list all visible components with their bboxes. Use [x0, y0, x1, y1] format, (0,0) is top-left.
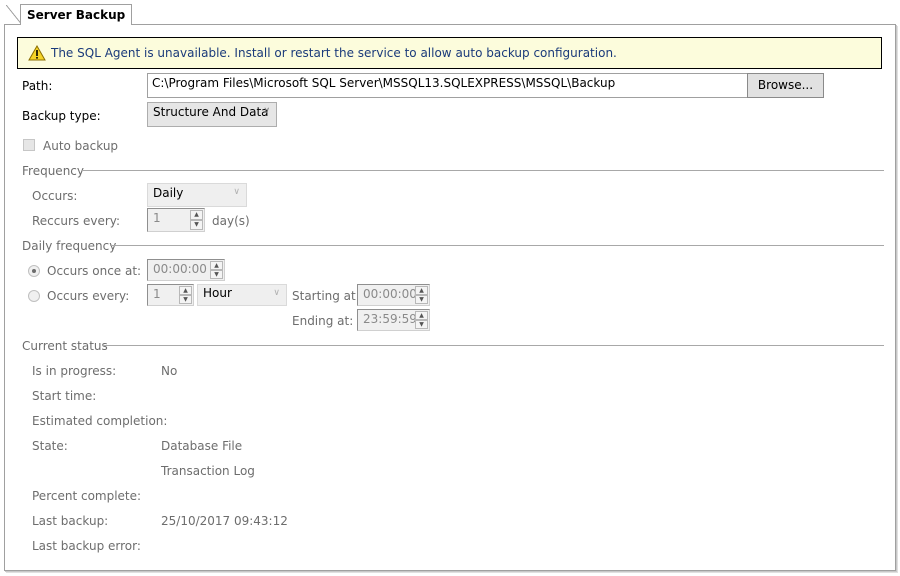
ending-at-label: Ending at: — [292, 314, 354, 328]
spin-up-icon[interactable]: ▲ — [179, 286, 192, 295]
occurs-every-unit-select[interactable]: Hour ∨ — [197, 284, 287, 306]
spin-down-icon[interactable]: ▼ — [415, 295, 428, 304]
daily-frequency-divider — [110, 245, 884, 246]
chevron-down-icon: ∨ — [263, 106, 270, 116]
spin-down-icon[interactable]: ▼ — [179, 295, 192, 304]
current-status-divider — [102, 345, 884, 346]
backup-type-label: Backup type: — [22, 109, 101, 123]
status-value: 25/10/2017 09:43:12 — [161, 514, 288, 528]
status-label: Start time: — [32, 389, 97, 403]
tab-server-backup[interactable]: Server Backup — [20, 4, 133, 25]
status-label: Last backup: — [32, 514, 109, 528]
starting-at-value: 00:00:00 — [363, 287, 417, 301]
warning-banner: The SQL Agent is unavailable. Install or… — [17, 37, 882, 69]
status-value: Database File — [161, 439, 243, 453]
auto-backup-checkbox[interactable] — [23, 139, 35, 151]
frequency-divider — [82, 170, 884, 171]
current-status-group-title: Current status — [22, 339, 108, 353]
starting-at-spinner[interactable]: 00:00:00 ▲ ▼ — [357, 284, 430, 306]
backup-type-select[interactable]: Structure And Data ∨ — [147, 102, 277, 127]
occurs-every-value: 1 — [153, 287, 161, 301]
path-label: Path: — [22, 79, 53, 93]
occurs-once-time-value: 00:00:00 — [153, 262, 207, 276]
recurs-every-label: Reccurs every: — [32, 214, 121, 228]
spin-up-icon[interactable]: ▲ — [415, 311, 428, 320]
backup-type-value: Structure And Data — [153, 105, 269, 119]
recurs-every-value: 1 — [153, 211, 161, 225]
status-label: Is in progress: — [32, 364, 117, 378]
occurs-once-label: Occurs once at: — [47, 264, 142, 278]
spin-down-icon[interactable]: ▼ — [210, 270, 223, 279]
ending-at-value: 23:59:59 — [363, 312, 417, 326]
status-value: No — [161, 364, 178, 378]
ending-at-spinner[interactable]: 23:59:59 ▲ ▼ — [357, 309, 430, 331]
status-label: State: — [32, 439, 68, 453]
spin-down-icon[interactable]: ▼ — [415, 320, 428, 329]
frequency-group-title: Frequency — [22, 164, 84, 178]
spin-up-icon[interactable]: ▲ — [190, 210, 203, 220]
warning-text: The SQL Agent is unavailable. Install or… — [51, 46, 617, 60]
spin-up-icon[interactable]: ▲ — [415, 286, 428, 295]
occurs-once-time-spinner[interactable]: 00:00:00 ▲ ▼ — [147, 259, 225, 281]
occurs-value: Daily — [153, 186, 184, 200]
status-label: Estimated completion: — [32, 414, 168, 428]
chevron-down-icon: ∨ — [233, 187, 240, 197]
starting-at-label: Starting at: — [292, 289, 360, 303]
recurs-unit-label: day(s) — [212, 214, 250, 228]
browse-button[interactable]: Browse... — [747, 73, 824, 98]
status-value: Transaction Log — [161, 464, 255, 478]
status-label: Percent complete: — [32, 489, 142, 503]
daily-frequency-group-title: Daily frequency — [22, 239, 117, 253]
spin-down-icon[interactable]: ▼ — [190, 220, 203, 230]
occurs-every-radio[interactable] — [28, 290, 40, 302]
path-input[interactable]: C:\Program Files\Microsoft SQL Server\MS… — [147, 73, 748, 98]
auto-backup-label: Auto backup — [43, 139, 119, 153]
occurs-every-unit-value: Hour — [203, 286, 232, 300]
warning-icon — [28, 45, 46, 61]
occurs-once-radio[interactable] — [28, 265, 40, 277]
occurs-label: Occurs: — [32, 189, 78, 203]
status-label: Last backup error: — [32, 539, 141, 553]
recurs-every-spinner[interactable]: 1 ▲ ▼ — [147, 208, 205, 232]
occurs-select[interactable]: Daily ∨ — [147, 183, 247, 207]
spin-up-icon[interactable]: ▲ — [210, 261, 223, 270]
occurs-every-label: Occurs every: — [47, 289, 130, 303]
occurs-every-spinner[interactable]: 1 ▲ ▼ — [147, 284, 194, 306]
chevron-down-icon: ∨ — [273, 288, 280, 298]
